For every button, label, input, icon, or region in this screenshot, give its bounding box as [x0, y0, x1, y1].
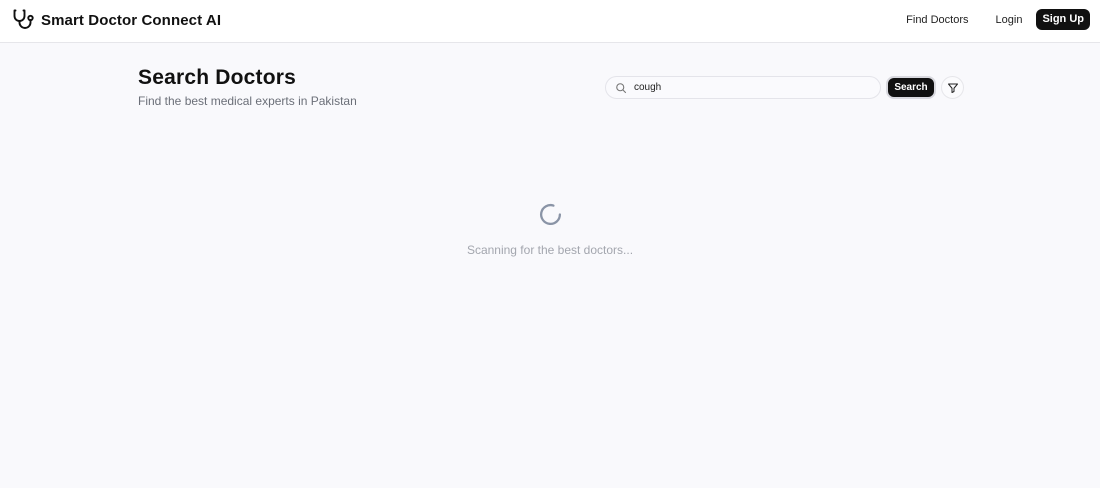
loading-text: Scanning for the best doctors... — [466, 243, 634, 257]
search-icon — [616, 83, 627, 94]
filter-icon — [947, 83, 958, 93]
page-title: Search Doctors — [138, 66, 297, 89]
brand-name: Smart Doctor Connect AI — [41, 11, 222, 29]
page-subtitle: Find the best medical experts in Pakista… — [138, 94, 357, 108]
brand[interactable]: Smart Doctor Connect AI — [11, 8, 221, 32]
spinner-icon — [539, 203, 562, 226]
search-input[interactable] — [634, 79, 874, 96]
nav-links: Find Doctors Login Sign Up — [906, 9, 1090, 30]
top-navbar: Smart Doctor Connect AI Find Doctors Log… — [0, 0, 1100, 43]
search-button[interactable]: Search — [886, 76, 936, 99]
stethoscope-icon — [13, 9, 34, 29]
nav-find-doctors-link[interactable]: Find Doctors — [906, 14, 968, 26]
search-box — [605, 76, 881, 99]
signup-button[interactable]: Sign Up — [1036, 9, 1090, 30]
filter-button[interactable] — [941, 76, 964, 99]
nav-login-link[interactable]: Login — [996, 14, 1023, 26]
